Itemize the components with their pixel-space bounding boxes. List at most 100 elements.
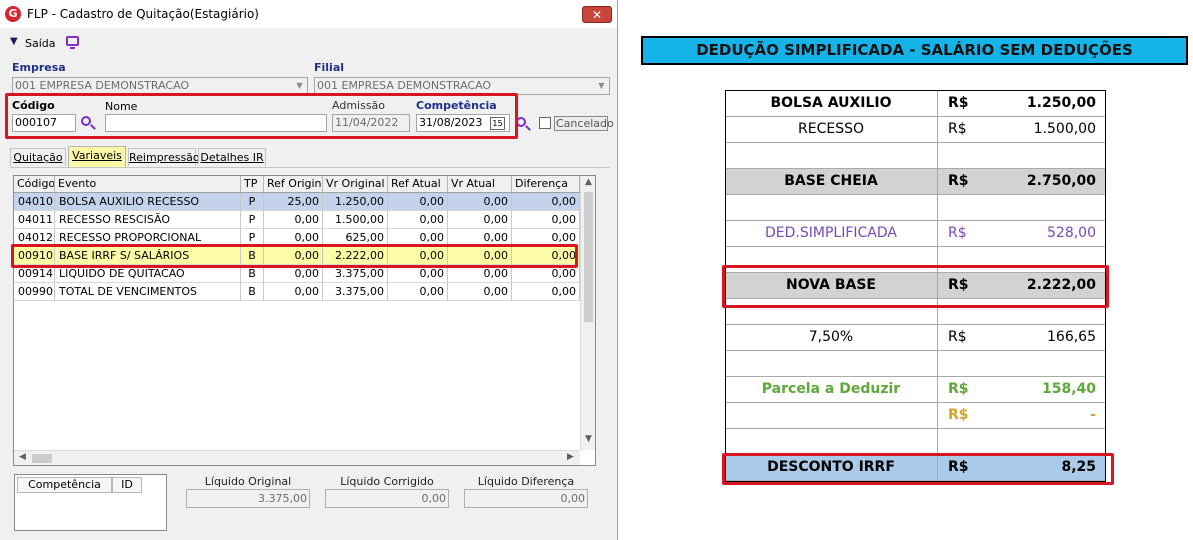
cell-ref-atual[interactable]: 0,00 [388, 211, 448, 229]
cell-vr-original[interactable]: 3.375,00 [323, 265, 388, 283]
scroll-up-icon[interactable]: ▲ [581, 177, 595, 187]
cell-ref-original[interactable]: 0,00 [264, 229, 323, 247]
cell-codigo[interactable]: 00910 [14, 247, 55, 265]
cell-evento[interactable]: LIQUIDO DE QUITACAO [55, 265, 241, 283]
cell-tp[interactable]: P [241, 211, 264, 229]
cell-evento[interactable]: RECESSO PROPORCIONAL [55, 229, 241, 247]
tab-variaveis[interactable]: Variaveis [68, 146, 126, 167]
empresa-label: Empresa [12, 61, 66, 74]
liquido-diferenca-label: Líquido Diferença [477, 475, 575, 488]
empresa-combo[interactable]: 001 EMPRESA DEMONSTRACAO [12, 77, 308, 95]
cell-ref-original[interactable]: 25,00 [264, 193, 323, 211]
calendar-icon[interactable]: 15 [490, 117, 505, 130]
cell-codigo[interactable]: 00914 [14, 265, 55, 283]
codigo-input[interactable]: 000107 [12, 114, 76, 132]
scroll-thumb-vertical[interactable] [584, 192, 593, 322]
table-row[interactable]: 04010 BOLSA AUXILIO RECESSO P 25,00 1.250,00… [14, 193, 580, 211]
cell-diferenca[interactable]: 0,00 [512, 283, 580, 301]
filial-combo[interactable]: 001 EMPRESA DEMONSTRACAO [314, 77, 610, 95]
col-ref-atual[interactable]: Ref Atual [388, 176, 448, 192]
tab-reimpressao[interactable]: Reimpressão [128, 148, 200, 166]
mini-col-id[interactable]: ID [112, 477, 142, 493]
col-vr-atual[interactable]: Vr Atual [448, 176, 512, 192]
sheet-row-label [725, 247, 938, 272]
cell-evento[interactable]: BASE IRRF S/ SALÁRIOS [55, 247, 241, 265]
cell-ref-atual[interactable]: 0,00 [388, 265, 448, 283]
nome-input[interactable] [105, 114, 327, 132]
cell-ref-original[interactable]: 0,00 [264, 211, 323, 229]
close-button[interactable]: ✕ [582, 6, 612, 23]
col-ref-original[interactable]: Ref Original [264, 176, 323, 192]
cell-diferenca[interactable]: 0,00 [512, 211, 580, 229]
cell-diferenca[interactable]: 0,00 [512, 247, 580, 265]
mini-col-competencia[interactable]: Competência [17, 477, 112, 493]
cell-vr-original[interactable]: 625,00 [323, 229, 388, 247]
table-row[interactable]: 04012 RECESSO PROPORCIONAL P 0,00 625,00 0,00… [14, 229, 580, 247]
scroll-left-icon[interactable]: ◀ [15, 452, 30, 462]
col-codigo[interactable]: Código [14, 176, 55, 192]
cell-tp[interactable]: P [241, 229, 264, 247]
grid-horizontal-scrollbar[interactable]: ◀ ▶ [14, 450, 580, 465]
cell-diferenca[interactable]: 0,00 [512, 193, 580, 211]
cancelado-checkbox[interactable] [539, 117, 551, 129]
cell-ref-atual[interactable]: 0,00 [388, 193, 448, 211]
cell-codigo[interactable]: 04012 [14, 229, 55, 247]
events-grid[interactable]: Código Evento TP Ref Original Vr Origina… [13, 175, 596, 466]
scroll-thumb-horizontal[interactable] [32, 454, 52, 463]
exit-arrow-icon[interactable]: ▼ [10, 36, 18, 47]
sheet-row-label: RECESSO [725, 117, 938, 142]
col-tp[interactable]: TP [241, 176, 264, 192]
filial-dropdown-arrow-icon[interactable]: ▼ [594, 78, 609, 94]
cell-ref-atual[interactable]: 0,00 [388, 247, 448, 265]
cell-vr-original[interactable]: 3.375,00 [323, 283, 388, 301]
cell-ref-original[interactable]: 0,00 [264, 247, 323, 265]
tab-detalhes-ir[interactable]: Detalhes IR [198, 148, 266, 166]
cell-evento[interactable]: BOLSA AUXILIO RECESSO [55, 193, 241, 211]
cell-vr-atual[interactable]: 0,00 [448, 247, 512, 265]
cell-vr-original[interactable]: 1.250,00 [323, 193, 388, 211]
cell-codigo[interactable]: 04010 [14, 193, 55, 211]
cell-ref-original[interactable]: 0,00 [264, 283, 323, 301]
cell-codigo[interactable]: 04011 [14, 211, 55, 229]
cell-codigo[interactable]: 00990 [14, 283, 55, 301]
col-diferenca[interactable]: Diferença [512, 176, 580, 192]
monitor-icon[interactable] [66, 36, 79, 49]
competencia-mini-grid[interactable]: Competência ID [14, 474, 167, 531]
cell-ref-original[interactable]: 0,00 [264, 265, 323, 283]
exit-button[interactable]: Saída [25, 37, 56, 50]
cell-vr-atual[interactable]: 0,00 [448, 283, 512, 301]
cell-ref-atual[interactable]: 0,00 [388, 283, 448, 301]
cell-vr-atual[interactable]: 0,00 [448, 229, 512, 247]
search-icon[interactable] [81, 116, 91, 126]
cell-diferenca[interactable]: 0,00 [512, 229, 580, 247]
tab-quitacao[interactable]: Quitação [10, 148, 66, 166]
sheet-row-value: 2.222,00 [1026, 277, 1096, 293]
cell-vr-atual[interactable]: 0,00 [448, 211, 512, 229]
cell-vr-atual[interactable]: 0,00 [448, 265, 512, 283]
cell-ref-atual[interactable]: 0,00 [388, 229, 448, 247]
cell-tp[interactable]: P [241, 193, 264, 211]
cell-vr-atual[interactable]: 0,00 [448, 193, 512, 211]
empresa-dropdown-arrow-icon[interactable]: ▼ [292, 78, 307, 94]
table-row[interactable]: 00914 LIQUIDO DE QUITACAO B 0,00 3.375,00 0,0… [14, 265, 580, 283]
filial-label: Filial [314, 61, 345, 74]
grid-vertical-scrollbar[interactable]: ▲ ▼ [580, 176, 595, 450]
col-evento[interactable]: Evento [55, 176, 241, 192]
cancelado-label[interactable]: Cancelado [554, 116, 614, 131]
cell-diferenca[interactable]: 0,00 [512, 265, 580, 283]
cell-evento[interactable]: RECESSO RESCISÃO [55, 211, 241, 229]
cell-tp[interactable]: B [241, 247, 264, 265]
table-row[interactable]: 00990 TOTAL DE VENCIMENTOS B 0,00 3.375,00 0,… [14, 283, 580, 301]
sheet-row-label [725, 299, 938, 324]
cell-evento[interactable]: TOTAL DE VENCIMENTOS [55, 283, 241, 301]
table-row[interactable]: 04011 RECESSO RESCISÃO P 0,00 1.500,00 0,00 0,… [14, 211, 580, 229]
col-vr-original[interactable]: Vr Original [323, 176, 388, 192]
cell-vr-original[interactable]: 2.222,00 [323, 247, 388, 265]
scroll-down-icon[interactable]: ▼ [581, 434, 595, 444]
cell-tp[interactable]: B [241, 283, 264, 301]
competencia-search-icon[interactable] [516, 117, 526, 127]
cell-vr-original[interactable]: 1.500,00 [323, 211, 388, 229]
cell-tp[interactable]: B [241, 265, 264, 283]
table-row[interactable]: 00910 BASE IRRF S/ SALÁRIOS B 0,00 2.222,00 0… [14, 247, 580, 265]
scroll-right-icon[interactable]: ▶ [563, 452, 578, 462]
